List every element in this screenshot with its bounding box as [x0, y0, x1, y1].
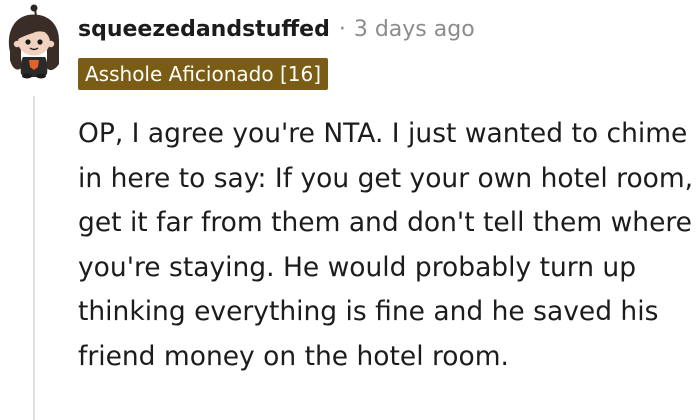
- comment-author[interactable]: squeezedandstuffed: [78, 17, 330, 42]
- comment-body: OP, I agree you're NTA. I just wanted to…: [78, 118, 694, 372]
- user-avatar[interactable]: [3, 4, 65, 80]
- comment: squeezedandstuffed · 3 days ago Asshole …: [0, 0, 700, 420]
- snoo-avatar-icon: [8, 4, 59, 79]
- comment-timestamp[interactable]: 3 days ago: [354, 17, 475, 42]
- user-flair-badge: Asshole Aficionado [16]: [78, 58, 328, 90]
- thread-collapse-line[interactable]: [33, 96, 35, 420]
- comment-header: squeezedandstuffed · 3 days ago: [78, 12, 475, 46]
- meta-separator: ·: [338, 16, 346, 42]
